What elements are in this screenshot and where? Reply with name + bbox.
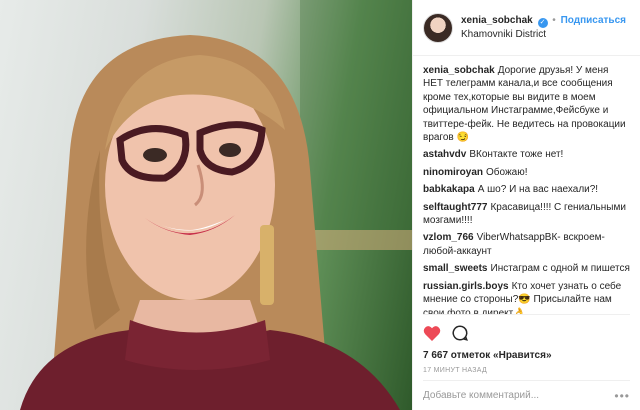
action-bar <box>423 314 630 348</box>
instagram-post: xenia_sobchak ✓ • Подписаться Khamovniki… <box>0 0 640 410</box>
comment-username[interactable]: babkakapa <box>423 184 475 195</box>
comment-item: babkakapa А шо? И на вас наехали?! <box>423 183 630 196</box>
comment-item: selftaught777 Красавица!!!! С гениальными… <box>423 201 630 228</box>
heart-icon[interactable] <box>423 325 441 347</box>
comment-username[interactable]: ninomiroyan <box>423 167 483 178</box>
header-info: xenia_sobchak ✓ • Подписаться Khamovniki… <box>461 14 626 42</box>
comment-text: Дорогие друзья! У меня НЕТ телеграмм кан… <box>423 65 626 144</box>
comment-username[interactable]: selftaught777 <box>423 202 487 213</box>
separator-dot: • <box>552 14 556 26</box>
profile-avatar[interactable] <box>423 12 453 43</box>
comment-list: xenia_sobchak Дорогие друзья! У меня НЕТ … <box>413 56 640 314</box>
comment-username[interactable]: xenia_sobchak <box>423 65 495 76</box>
verified-badge-icon: ✓ <box>537 17 548 28</box>
comment-item: astahvdv ВКонтакте тоже нет! <box>423 148 630 161</box>
comment-text: ВКонтакте тоже нет! <box>469 149 564 161</box>
more-options-icon[interactable]: ••• <box>614 389 630 403</box>
comment-username[interactable]: astahvdv <box>423 149 466 160</box>
comment-item: small_sweets Инстаграм с одной м пишется <box>423 262 630 275</box>
add-comment-bar: ••• <box>423 380 630 410</box>
comment-item: ninomiroyan Обожаю! <box>423 166 630 179</box>
post-timestamp[interactable]: 17 минут назад <box>413 361 640 380</box>
comment-text: Инстаграм с одной м пишется <box>490 263 630 275</box>
follow-button[interactable]: Подписаться <box>561 15 626 26</box>
comment-username[interactable]: small_sweets <box>423 263 488 274</box>
comment-bubble-icon[interactable] <box>451 324 469 347</box>
comment-input[interactable] <box>423 390 603 401</box>
post-photo[interactable] <box>0 0 412 410</box>
post-header: xenia_sobchak ✓ • Подписаться Khamovniki… <box>413 0 640 56</box>
header-username[interactable]: xenia_sobchak <box>461 15 533 26</box>
comment-item: russian.girls.boys Кто хочет узнать о себ… <box>423 280 630 314</box>
comment-text: Обожаю! <box>486 166 528 178</box>
comment-text: А шо? И на вас наехали?! <box>477 184 599 196</box>
location-link[interactable]: Khamovniki District <box>461 28 626 42</box>
like-count[interactable]: 7 667 отметок «Нравится» <box>413 348 640 361</box>
comment-item: vzlom_766 ViberWhatsappВК- вскроем-любой-… <box>423 231 630 258</box>
caption: xenia_sobchak Дорогие друзья! У меня НЕТ … <box>423 64 630 144</box>
post-photo-illustration <box>20 0 412 410</box>
post-sidebar: xenia_sobchak ✓ • Подписаться Khamovniki… <box>412 0 640 410</box>
comment-username[interactable]: vzlom_766 <box>423 232 474 243</box>
comment-username[interactable]: russian.girls.boys <box>423 281 509 292</box>
